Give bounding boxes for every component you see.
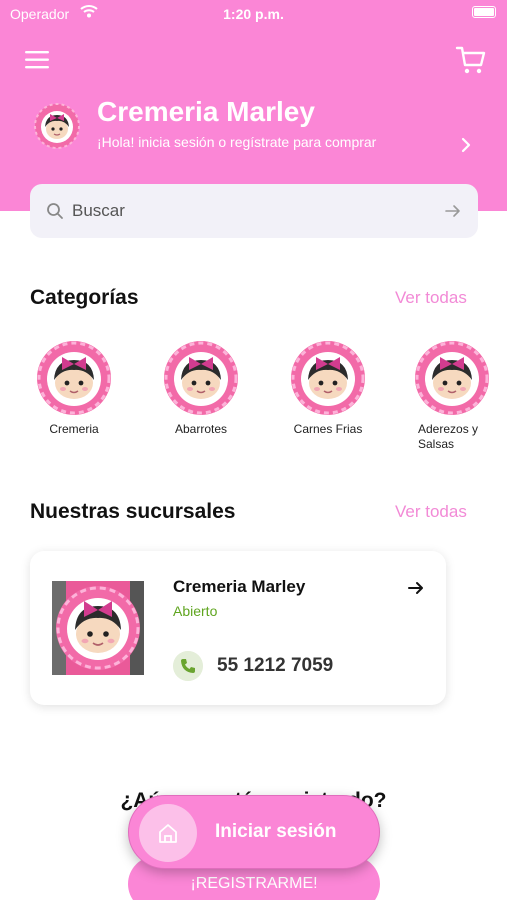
category-label: Abarrotes (174, 422, 228, 436)
store-logo (34, 103, 80, 149)
category-logo-icon (164, 341, 238, 415)
category-label: Aderezos y Salsas (418, 422, 479, 451)
category-logo-icon (291, 341, 365, 415)
branch-card[interactable]: Cremeria Marley Abierto 55 1212 7059 (30, 551, 446, 705)
category-logo-icon (37, 341, 111, 415)
search-icon (47, 203, 63, 219)
search-input[interactable] (72, 196, 432, 226)
category-label: Carnes Frias (293, 422, 363, 436)
home-icon-circle (139, 804, 197, 862)
category-item[interactable]: Cremeria (19, 340, 129, 437)
category-item[interactable]: Aderezos y Salsas (398, 340, 506, 452)
branch-status: Abierto (173, 603, 218, 619)
menu-icon[interactable] (24, 48, 52, 72)
cart-icon[interactable] (455, 44, 487, 76)
arrow-right-icon[interactable] (407, 579, 425, 597)
branch-phone[interactable]: 55 1212 7059 (217, 655, 333, 677)
login-prompt[interactable]: ¡Hola! inicia sesión o regístrate para c… (97, 134, 376, 150)
battery-icon (472, 6, 496, 18)
home-icon (159, 824, 177, 843)
status-bar: Operador 1:20 p.m. (0, 0, 507, 28)
categories-see-all-link[interactable]: Ver todas (395, 288, 467, 308)
phone-icon[interactable] (173, 651, 203, 681)
login-label: Iniciar sesión (215, 821, 337, 842)
category-logo-icon (415, 341, 489, 415)
categories-title: Categorías (30, 286, 139, 309)
store-title: Cremeria Marley (97, 96, 315, 127)
branches-title: Nuestras sucursales (30, 500, 236, 523)
branch-name: Cremeria Marley (173, 577, 306, 596)
login-button[interactable]: Iniciar sesión (128, 795, 380, 869)
category-label: Cremeria (49, 422, 99, 436)
arrow-right-icon[interactable] (444, 202, 462, 220)
category-item[interactable]: Abarrotes (146, 340, 256, 437)
clock: 1:20 p.m. (223, 6, 284, 22)
search-bar[interactable] (30, 184, 478, 238)
branches-see-all-link[interactable]: Ver todas (395, 502, 467, 522)
category-item[interactable]: Carnes Frias (273, 340, 383, 437)
chevron-right-icon[interactable] (458, 136, 474, 154)
branch-image (52, 581, 144, 675)
